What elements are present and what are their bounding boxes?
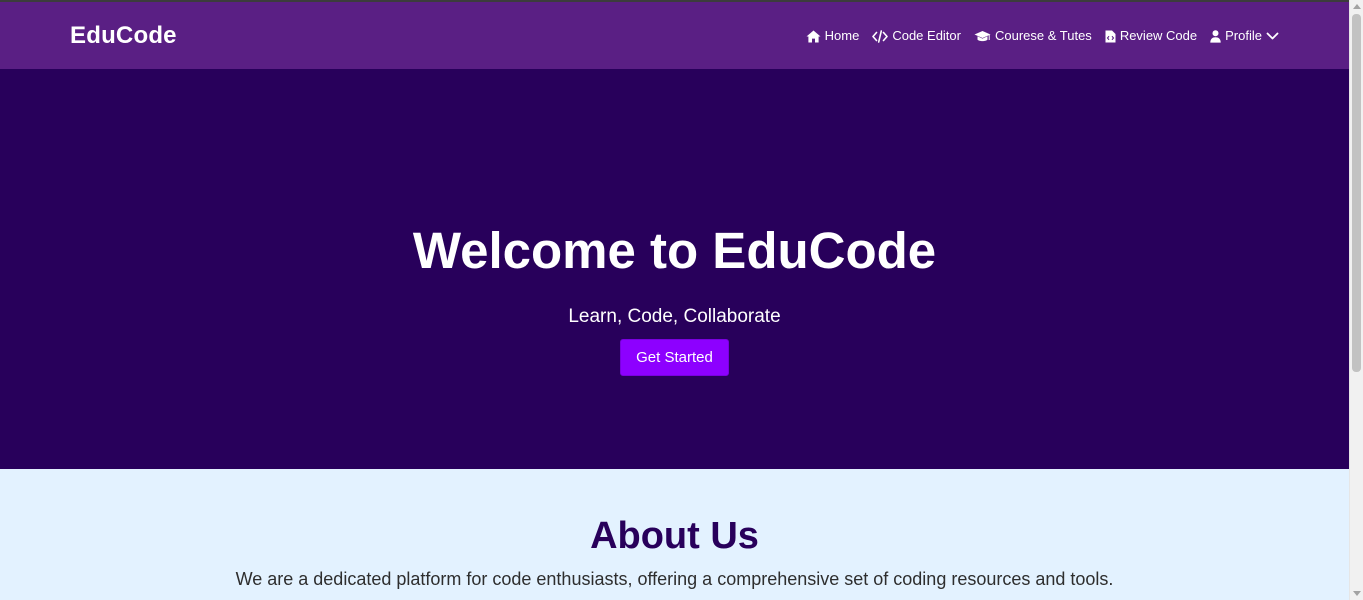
nav-item-review-code[interactable]: Review Code (1105, 26, 1197, 46)
brand-logo-link[interactable]: EduCode (70, 22, 177, 50)
main-nav: Home Code Editor Courese & Tutes Review … (806, 26, 1279, 46)
hero-title: Welcome to EduCode (412, 222, 937, 279)
about-description: We are a dedicated platform for code ent… (235, 569, 1114, 589)
nav-item-profile-dropdown[interactable]: Profile (1210, 26, 1279, 46)
nav-item-label: Code Editor (892, 28, 961, 43)
about-title: About Us (590, 515, 759, 557)
scroll-up-arrow-icon[interactable] (1353, 4, 1361, 9)
nav-item-home[interactable]: Home (806, 26, 860, 46)
user-icon (1210, 29, 1221, 43)
nav-item-label: Home (824, 28, 860, 43)
hero-section: Welcome to EduCode Learn, Code, Collabor… (0, 69, 1349, 469)
nav-item-code-editor[interactable]: Code Editor (872, 26, 961, 46)
nav-item-label: Profile (1225, 28, 1262, 43)
about-section: About Us We are a dedicated platform for… (0, 469, 1349, 600)
browser-viewport: EduCode Home Code Editor Courese & Tutes… (0, 0, 1363, 600)
chevron-down-icon (1266, 31, 1279, 41)
home-icon (806, 30, 821, 43)
vertical-scrollbar[interactable] (1349, 0, 1363, 600)
navbar: EduCode Home Code Editor Courese & Tutes… (0, 2, 1349, 69)
page: EduCode Home Code Editor Courese & Tutes… (0, 2, 1349, 600)
get-started-button[interactable]: Get Started (620, 339, 729, 376)
scrollbar-thumb[interactable] (1352, 14, 1361, 372)
nav-item-courses-tutes[interactable]: Courese & Tutes (974, 26, 1092, 46)
nav-item-label: Courese & Tutes (994, 28, 1092, 43)
nav-item-label: Review Code (1119, 28, 1198, 43)
file-code-icon (1105, 30, 1116, 43)
code-icon (872, 29, 889, 43)
scroll-down-arrow-icon[interactable] (1353, 591, 1361, 596)
hero-subtitle: Learn, Code, Collaborate (568, 306, 781, 327)
graduation-cap-icon (974, 30, 991, 43)
